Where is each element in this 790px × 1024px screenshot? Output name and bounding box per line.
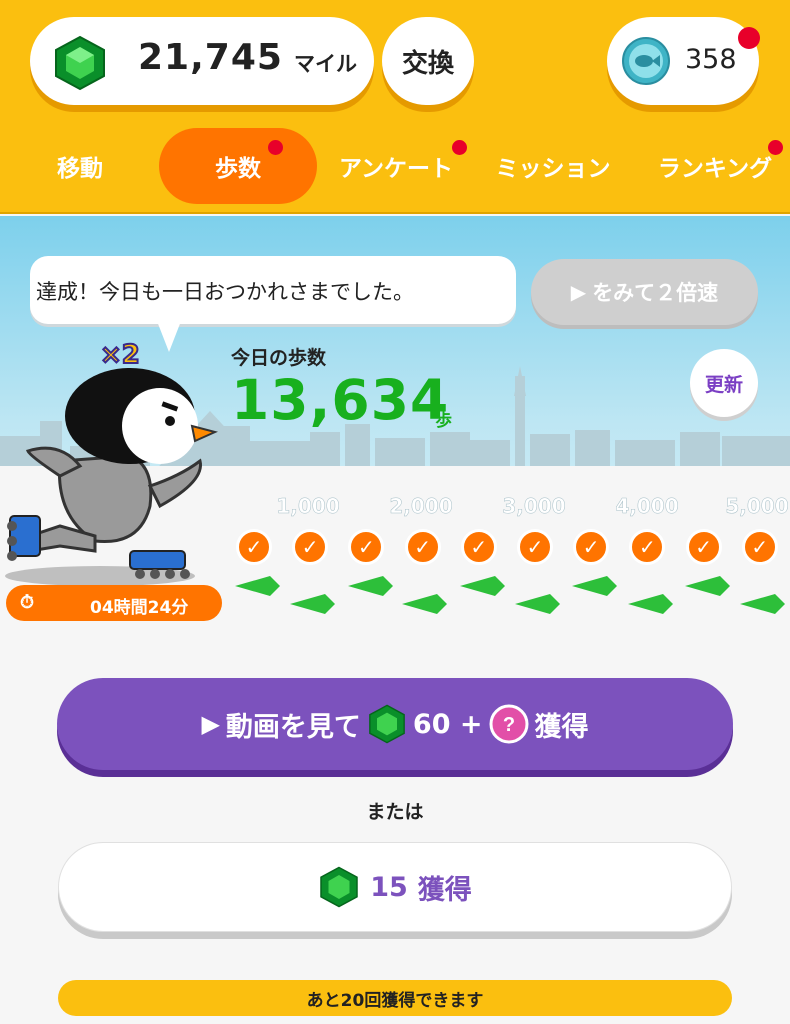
- coin-value: 358: [685, 44, 737, 75]
- refresh-button[interactable]: 更新: [690, 349, 758, 417]
- tab-mission[interactable]: ミッション: [486, 128, 620, 204]
- video-icon: ▶: [570, 280, 587, 304]
- tab-survey[interactable]: アンケート: [330, 128, 467, 204]
- milestone-label: 5,000: [725, 494, 789, 519]
- check-icon: ✓: [460, 529, 497, 565]
- miles-balance: 21,745 マイル: [30, 17, 374, 105]
- milestone-label: 2,000: [389, 494, 453, 519]
- green-gem-icon: [320, 866, 358, 908]
- notification-dot: [452, 140, 467, 155]
- green-gem-icon: [369, 704, 405, 744]
- tab-steps[interactable]: 歩数: [159, 128, 317, 204]
- bubble-text: 達成！今日も一日おつかれさまでした。: [36, 280, 414, 304]
- elapsed-time-badge: ⏱ 04時間24分: [6, 585, 222, 621]
- mystery-bonus-icon: ?: [489, 704, 529, 744]
- check-icon: ✓: [517, 529, 553, 565]
- bubble-tail: [155, 316, 183, 352]
- tab-move[interactable]: 移動: [10, 128, 150, 204]
- milestone-label: 1,000: [276, 494, 340, 519]
- notification-dot: [738, 27, 760, 49]
- tab-label: 歩数: [215, 156, 261, 182]
- green-gem-icon: [55, 35, 105, 91]
- steps-count: 13,634: [231, 368, 450, 432]
- tab-ranking[interactable]: ランキング: [645, 128, 785, 204]
- tab-label: ミッション: [495, 156, 611, 182]
- earn-button[interactable]: 15 獲得: [58, 842, 732, 932]
- remaining-count-banner: あと20回獲得できます: [58, 980, 732, 1016]
- remaining-text: あと20回獲得できます: [306, 990, 484, 1011]
- or-divider: または: [366, 801, 424, 823]
- notification-dot: [268, 140, 283, 155]
- watch-video-button[interactable]: ▶ 動画を見て 60 + ? 獲得: [57, 678, 733, 770]
- check-icon: ✓: [685, 529, 722, 565]
- tab-label: 移動: [57, 156, 103, 182]
- stopwatch-icon: ⏱: [20, 592, 35, 613]
- steps-scene: 達成！今日も一日おつかれさまでした。 ▶ をみて２倍速 ×2 今日の歩数 13,…: [0, 216, 790, 626]
- video-icon: ▶: [201, 710, 220, 738]
- check-icon: ✓: [236, 529, 272, 565]
- double-speed-button[interactable]: ▶ をみて２倍速: [531, 259, 758, 325]
- double-speed-label: をみて２倍速: [592, 281, 719, 305]
- elapsed-time: 04時間24分: [90, 598, 189, 618]
- miles-unit: マイル: [294, 52, 357, 76]
- tab-label: ランキング: [657, 156, 773, 182]
- check-icon: ✓: [741, 529, 778, 565]
- steps-label: 今日の歩数: [231, 347, 327, 369]
- earn-amount: 15: [370, 871, 408, 903]
- speech-bubble: 達成！今日も一日おつかれさまでした。: [30, 256, 516, 324]
- notification-dot: [768, 140, 783, 155]
- footprints: [235, 576, 785, 614]
- video-amount: 60 +: [412, 708, 483, 740]
- penguin-mascot-icon: [5, 368, 218, 586]
- check-icon: ✓: [292, 529, 329, 565]
- fish-coin-icon: [622, 37, 670, 85]
- refresh-label: 更新: [704, 373, 743, 396]
- walking-screen: 21,745 マイル 交換 358 移動 歩数 アンケート ミッション ランキン…: [0, 0, 790, 1024]
- miles-value: 21,745: [138, 37, 283, 78]
- check-icon: ✓: [404, 529, 441, 565]
- header: 21,745 マイル 交換 358 移動 歩数 アンケート ミッション ランキン…: [0, 0, 790, 214]
- steps-unit: 歩: [435, 411, 452, 431]
- exchange-button[interactable]: 交換: [382, 17, 474, 105]
- video-suffix: 獲得: [534, 711, 589, 743]
- check-icon: ✓: [573, 529, 610, 565]
- coin-balance[interactable]: 358: [607, 17, 759, 105]
- video-prefix: 動画を見て: [225, 711, 361, 743]
- earn-suffix: 獲得: [417, 874, 472, 906]
- tab-label: アンケート: [338, 156, 454, 182]
- svg-text:?: ?: [502, 714, 514, 736]
- milestone-label: 3,000: [502, 494, 566, 519]
- tab-bar: 移動 歩数 アンケート ミッション ランキング: [0, 128, 790, 204]
- milestone-label: 4,000: [615, 494, 679, 519]
